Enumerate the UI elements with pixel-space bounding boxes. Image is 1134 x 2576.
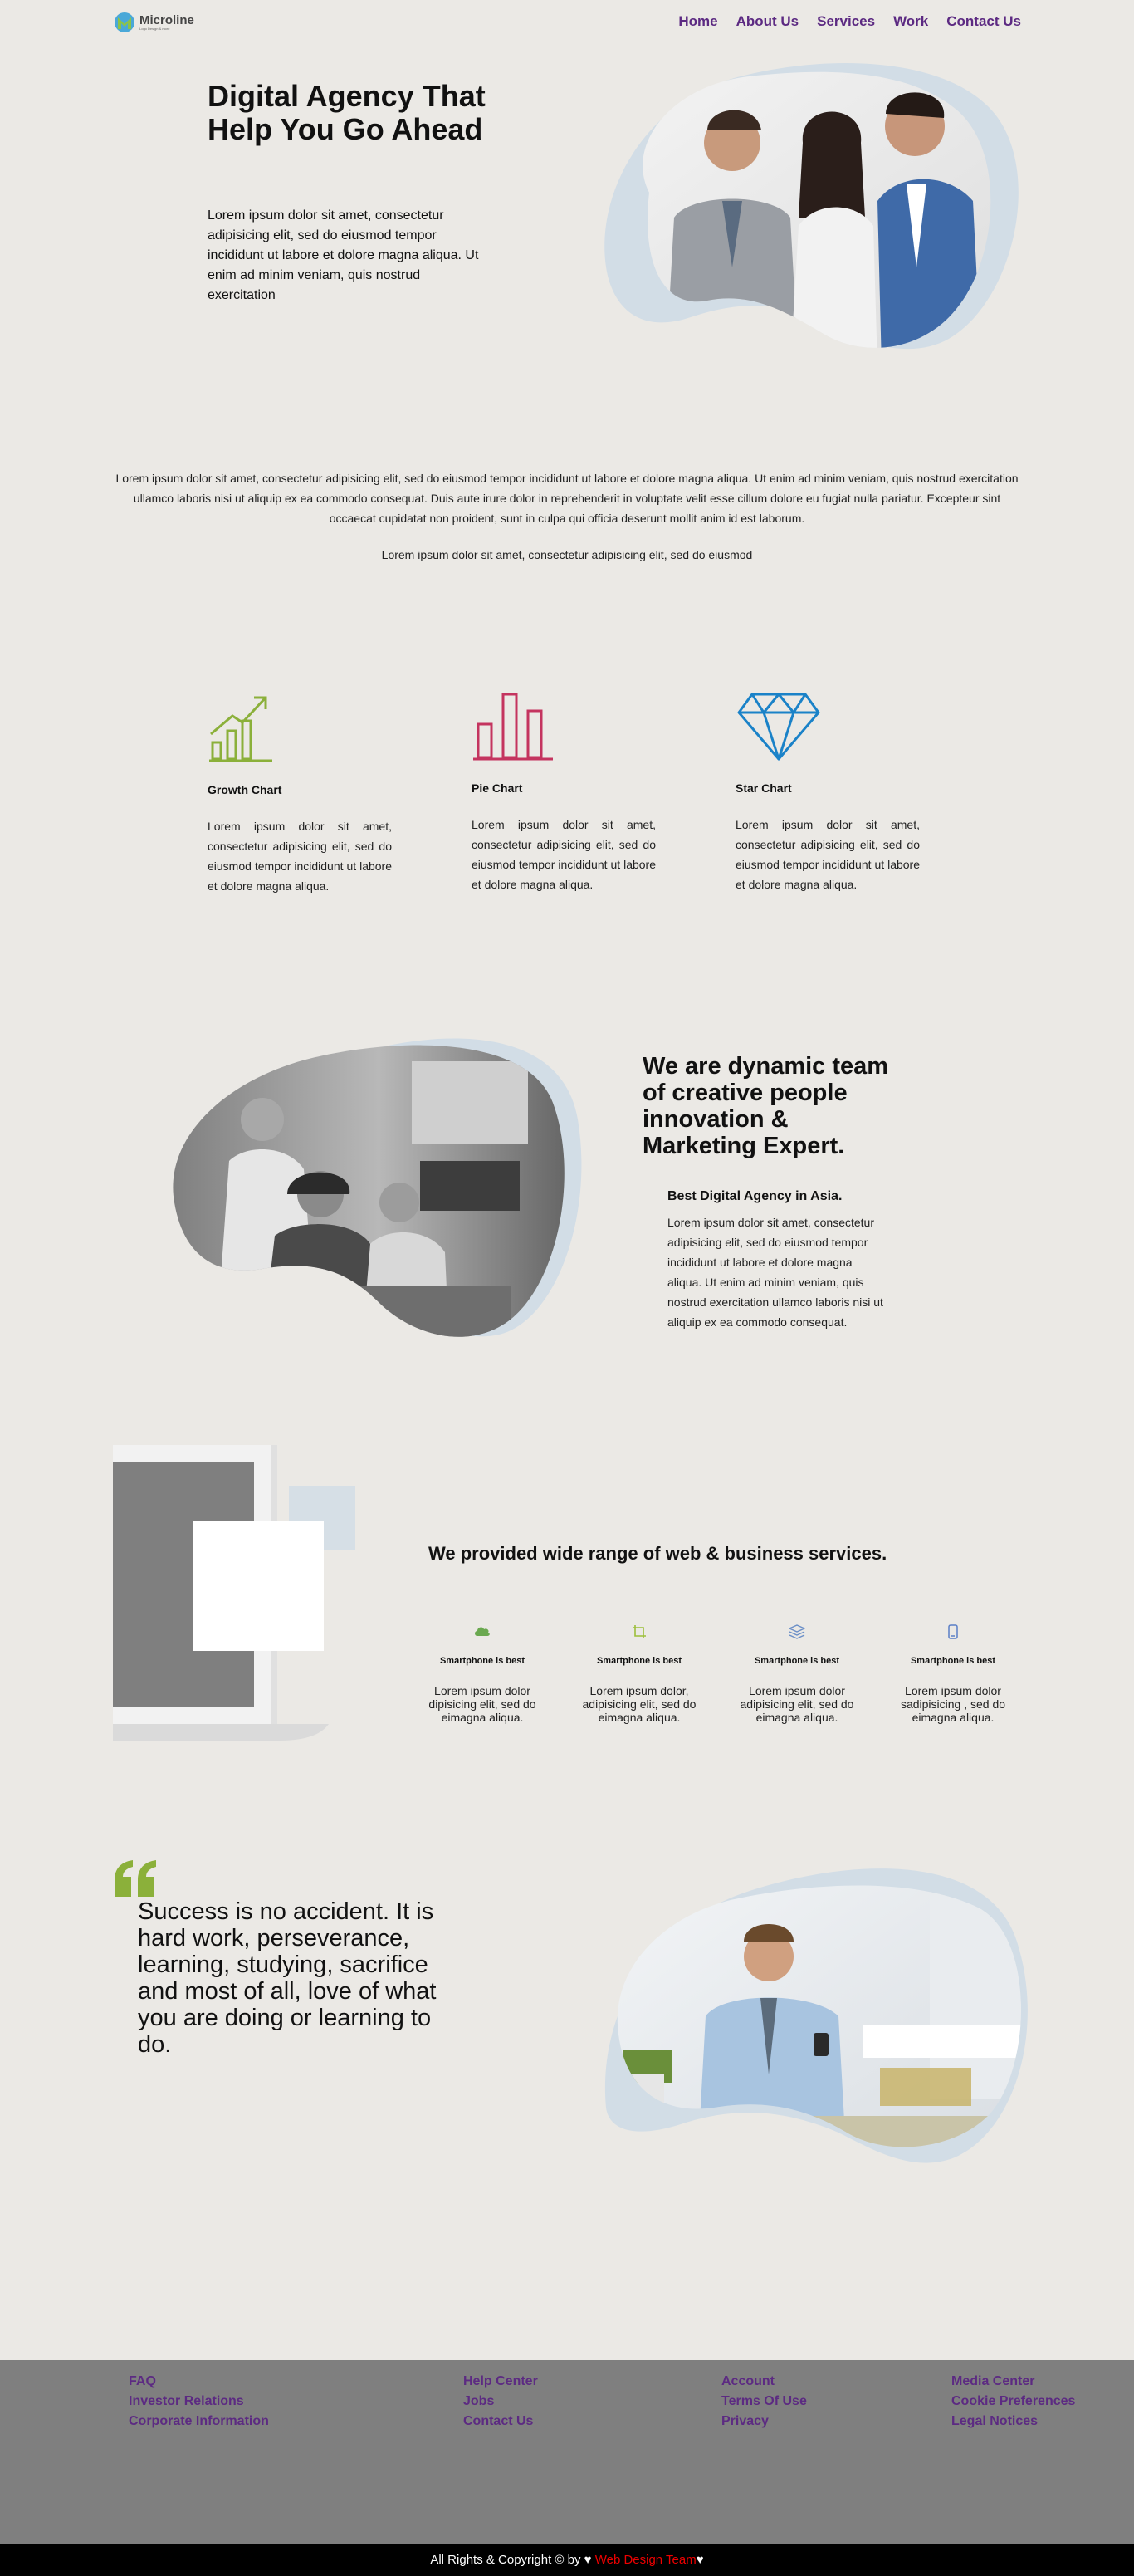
hero-title: Digital Agency That Help You Go Ahead — [208, 79, 486, 146]
about-subtitle: Best Digital Agency in Asia. — [667, 1189, 843, 1203]
service-title: Smartphone is best — [439, 1656, 525, 1666]
diamond-icon — [737, 693, 820, 761]
footer-link-account[interactable]: Account — [721, 2373, 807, 2390]
service-text: Lorem ipsum dolor, adipisicing elit, sed… — [582, 1684, 697, 1724]
main-nav: Home About Us Services Work Contact Us — [678, 13, 1021, 30]
footer-column-2: Help Center Jobs Contact Us — [463, 2373, 538, 2430]
service-item: Smartphone is best Lorem ipsum dolor dip… — [416, 1624, 549, 1724]
footer-link-media-center[interactable]: Media Center — [951, 2373, 1075, 2390]
service-text: Lorem ipsum dolor dipisicing elit, sed d… — [428, 1684, 536, 1724]
footer-column-1: FAQ Investor Relations Corporate Informa… — [129, 2373, 269, 2430]
service-item: Smartphone is best Lorem ipsum dolor adi… — [731, 1624, 863, 1724]
quote-mark-icon — [115, 1860, 156, 1897]
about-title: We are dynamic team of creative people i… — [643, 1053, 889, 1159]
growth-chart-icon — [209, 696, 272, 762]
logo-name: Microline — [139, 12, 194, 27]
service-item: Smartphone is best Lorem ipsum dolor sad… — [887, 1624, 1019, 1724]
about-text: Lorem ipsum dolor sit amet, consectetur … — [667, 1216, 883, 1329]
copyright-suffix: ♥ — [696, 2553, 704, 2567]
hero-text: Lorem ipsum dolor sit amet, consectetur … — [208, 208, 479, 302]
footer-link-faq[interactable]: FAQ — [129, 2373, 269, 2390]
copyright-prefix: All Rights & Copyright © by ♥ — [430, 2553, 592, 2567]
intro-line: Lorem ipsum dolor sit amet, consectetur … — [381, 548, 753, 561]
hero-image — [604, 63, 1019, 350]
feature-text: Lorem ipsum dolor sit amet, consectetur … — [472, 818, 656, 891]
intro-paragraph: Lorem ipsum dolor sit amet, consectetur … — [115, 472, 1019, 525]
footer-link-corporate-information[interactable]: Corporate Information — [129, 2413, 269, 2430]
device-illustration — [113, 1445, 355, 1741]
nav-contact-us[interactable]: Contact Us — [946, 13, 1021, 30]
cloud-icon — [475, 1627, 490, 1636]
nav-about-us[interactable]: About Us — [736, 13, 799, 30]
feature-star-chart: Star Chart Lorem ipsum dolor sit amet, c… — [736, 691, 920, 894]
footer-link-contact-us[interactable]: Contact Us — [463, 2413, 538, 2430]
copyright-team-link[interactable]: Web Design Team — [595, 2553, 697, 2567]
footer-column-3: Account Terms Of Use Privacy — [721, 2373, 807, 2430]
logo-mark-icon — [115, 12, 134, 32]
bar-chart-icon — [473, 693, 553, 761]
phone-icon — [948, 1624, 958, 1639]
feature-text: Lorem ipsum dolor sit amet, consectetur … — [736, 818, 920, 891]
copyright-bar: All Rights & Copyright © by ♥ Web Design… — [0, 2544, 1134, 2576]
nav-services[interactable]: Services — [817, 13, 875, 30]
feature-title: Growth Chart — [208, 783, 282, 796]
logo[interactable]: Microline Logo Design & more — [113, 10, 213, 35]
feature-pie-chart: Pie Chart Lorem ipsum dolor sit amet, co… — [472, 691, 656, 894]
footer-link-cookie-preferences[interactable]: Cookie Preferences — [951, 2393, 1075, 2410]
team-image — [173, 1038, 582, 1337]
service-title: Smartphone is best — [910, 1656, 996, 1666]
service-text: Lorem ipsum dolor adipisicing elit, sed … — [740, 1684, 854, 1724]
layers-icon — [789, 1624, 805, 1639]
quote-text: Success is no accident. It is hard work,… — [138, 1898, 437, 2058]
feature-growth-chart: Growth Chart Lorem ipsum dolor sit amet,… — [208, 691, 392, 896]
footer-column-4: Media Center Cookie Preferences Legal No… — [951, 2373, 1075, 2430]
feature-title: Star Chart — [736, 781, 792, 795]
footer-link-jobs[interactable]: Jobs — [463, 2393, 538, 2410]
service-title: Smartphone is best — [596, 1656, 682, 1666]
footer: FAQ Investor Relations Corporate Informa… — [0, 2360, 1134, 2544]
service-title: Smartphone is best — [754, 1656, 840, 1666]
footer-link-terms-of-use[interactable]: Terms Of Use — [721, 2393, 807, 2410]
businessman-image — [604, 1868, 1028, 2163]
footer-link-investor-relations[interactable]: Investor Relations — [129, 2393, 269, 2410]
services-title: We provided wide range of web & business… — [428, 1543, 887, 1564]
feature-text: Lorem ipsum dolor sit amet, consectetur … — [208, 820, 392, 893]
footer-link-help-center[interactable]: Help Center — [463, 2373, 538, 2390]
crop-icon — [633, 1625, 646, 1638]
service-text: Lorem ipsum dolor sadipisicing , sed do … — [900, 1684, 1006, 1724]
logo-tagline: Logo Design & more — [139, 26, 170, 31]
service-item: Smartphone is best Lorem ipsum dolor, ad… — [573, 1624, 706, 1724]
nav-work[interactable]: Work — [893, 13, 928, 30]
feature-title: Pie Chart — [472, 781, 523, 795]
nav-home[interactable]: Home — [678, 13, 717, 30]
footer-link-legal-notices[interactable]: Legal Notices — [951, 2413, 1075, 2430]
footer-link-privacy[interactable]: Privacy — [721, 2413, 807, 2430]
